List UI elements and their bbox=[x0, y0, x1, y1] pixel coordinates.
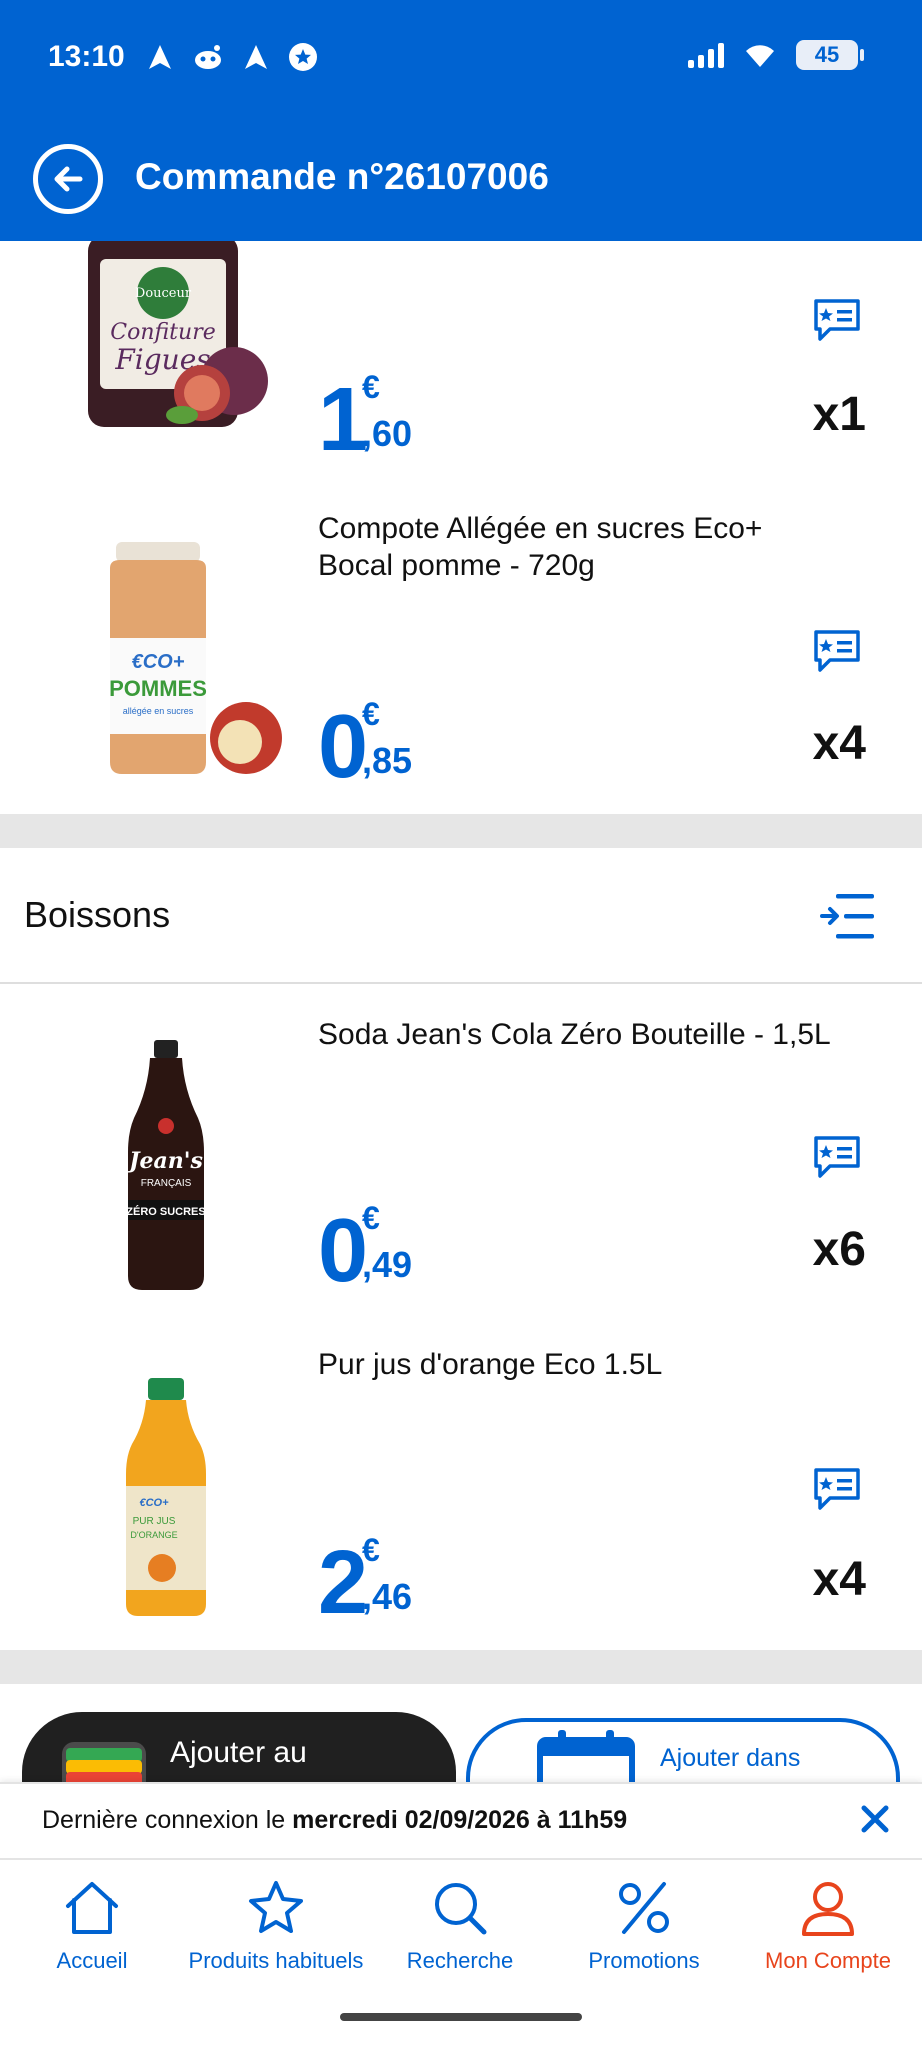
price: 0 € ,49 bbox=[318, 1200, 413, 1301]
star-badge-icon bbox=[289, 43, 317, 71]
calendar-button-label: Ajouter dans bbox=[660, 1744, 801, 1772]
svg-text:Jean's: Jean's bbox=[125, 1148, 203, 1174]
nav-item-promotions[interactable]: Promotions bbox=[554, 1878, 734, 1974]
section-separator bbox=[0, 814, 922, 848]
svg-text:allégée en sucres: allégée en sucres bbox=[123, 706, 194, 716]
svg-text:€CO+: €CO+ bbox=[132, 651, 185, 673]
back-button[interactable] bbox=[33, 144, 103, 214]
product-image: €CO+ PUR JUS D'ORANGE bbox=[126, 1378, 206, 1616]
price: 0 € ,85 bbox=[318, 696, 413, 797]
svg-text:FRANÇAIS: FRANÇAIS bbox=[141, 1178, 192, 1189]
nav-label: Promotions bbox=[588, 1948, 700, 1973]
svg-text:POMMES: POMMES bbox=[109, 676, 207, 701]
home-indicator[interactable] bbox=[340, 2013, 582, 2021]
review-icon[interactable] bbox=[812, 297, 862, 343]
nav-item-mon-compte[interactable]: Mon Compte bbox=[738, 1878, 918, 1974]
wifi-icon bbox=[746, 45, 774, 67]
nav-item-accueil[interactable]: Accueil bbox=[2, 1878, 182, 1974]
product-image: €CO+ POMMES allégée en sucres bbox=[109, 542, 282, 774]
review-icon[interactable] bbox=[812, 1134, 862, 1180]
nav-label: Recherche bbox=[406, 1948, 514, 1973]
arrow-left-icon bbox=[54, 166, 83, 192]
quantity: x4 bbox=[812, 1553, 866, 1606]
list-item: Jean's FRANÇAIS ZÉRO SUCRES Soda Jean's … bbox=[0, 986, 922, 1316]
last-connection-date: mercredi 02/09/2026 à 11h59 bbox=[292, 1806, 628, 1834]
nav-label: Produits habituels bbox=[188, 1948, 364, 1973]
navigation-arrow-icon bbox=[245, 45, 267, 69]
section-title: Boissons bbox=[24, 894, 171, 935]
product-name: Pur jus d'orange Eco 1.5L bbox=[318, 1348, 663, 1381]
quantity: x1 bbox=[812, 388, 866, 441]
star-icon bbox=[249, 1881, 303, 1933]
last-connection-text: Dernière connexion le mercredi 02/09/202… bbox=[42, 1806, 628, 1834]
svg-text:D'ORANGE: D'ORANGE bbox=[130, 1530, 177, 1540]
status-time: 13:10 bbox=[48, 40, 125, 73]
product-name: Soda Jean's Cola Zéro Bouteille - 1,5L bbox=[318, 1018, 831, 1051]
nav-item-produits-habituels[interactable]: Produits habituels bbox=[186, 1878, 366, 1974]
review-icon[interactable] bbox=[812, 1466, 862, 1512]
svg-text:ZÉRO SUCRES: ZÉRO SUCRES bbox=[126, 1205, 205, 1218]
list-item: Douceur Confiture Figues 1 € ,60 x1 bbox=[0, 235, 922, 496]
nav-item-recherche[interactable]: Recherche bbox=[370, 1878, 550, 1974]
section-separator bbox=[0, 1650, 922, 1684]
last-connection-banner: Dernière connexion le mercredi 02/09/202… bbox=[0, 1782, 922, 1858]
list-item: €CO+ PUR JUS D'ORANGE Pur jus d'orange E… bbox=[0, 1316, 922, 1650]
navigation-arrow-icon bbox=[149, 45, 171, 69]
quantity: x4 bbox=[812, 717, 866, 770]
svg-text:€CO+: €CO+ bbox=[139, 1497, 169, 1509]
search-icon bbox=[435, 1883, 487, 1935]
quantity: x6 bbox=[812, 1223, 866, 1276]
product-image: Douceur Confiture Figues bbox=[88, 235, 268, 427]
list-item: €CO+ POMMES allégée en sucres Compote Al… bbox=[0, 496, 922, 814]
collapse-list-icon[interactable] bbox=[820, 890, 878, 942]
svg-text:Douceur: Douceur bbox=[135, 286, 192, 301]
product-image: Jean's FRANÇAIS ZÉRO SUCRES bbox=[125, 1040, 206, 1290]
app-header: 13:10 45 Commande n°26107006 bbox=[0, 0, 922, 241]
svg-text:PUR JUS: PUR JUS bbox=[133, 1516, 176, 1527]
nav-label: Accueil bbox=[56, 1948, 128, 1973]
signal-icon bbox=[688, 42, 724, 68]
home-icon bbox=[66, 1882, 118, 1934]
account-icon bbox=[802, 1882, 854, 1936]
price: 1 € ,60 bbox=[318, 369, 413, 470]
battery-icon: 45 bbox=[796, 40, 864, 70]
section-header: Boissons bbox=[0, 848, 922, 984]
page-title: Commande n°26107006 bbox=[135, 156, 549, 197]
status-notification-icons bbox=[146, 42, 318, 72]
nav-label: Mon Compte bbox=[765, 1948, 891, 1973]
wallet-button-label: Ajouter au bbox=[170, 1736, 307, 1769]
reddit-icon bbox=[195, 45, 221, 69]
svg-text:Confiture: Confiture bbox=[110, 320, 215, 345]
review-icon[interactable] bbox=[812, 628, 862, 674]
screen: 13:10 45 Commande n°26107006 Douceur Con… bbox=[0, 0, 922, 2048]
close-icon[interactable] bbox=[858, 1802, 892, 1836]
price: 2 € ,46 bbox=[318, 1532, 413, 1633]
product-name: Compote Allégée en sucres Eco+ Bocal pom… bbox=[318, 512, 763, 582]
percent-icon bbox=[619, 1882, 669, 1934]
status-system-icons: 45 bbox=[688, 40, 864, 70]
